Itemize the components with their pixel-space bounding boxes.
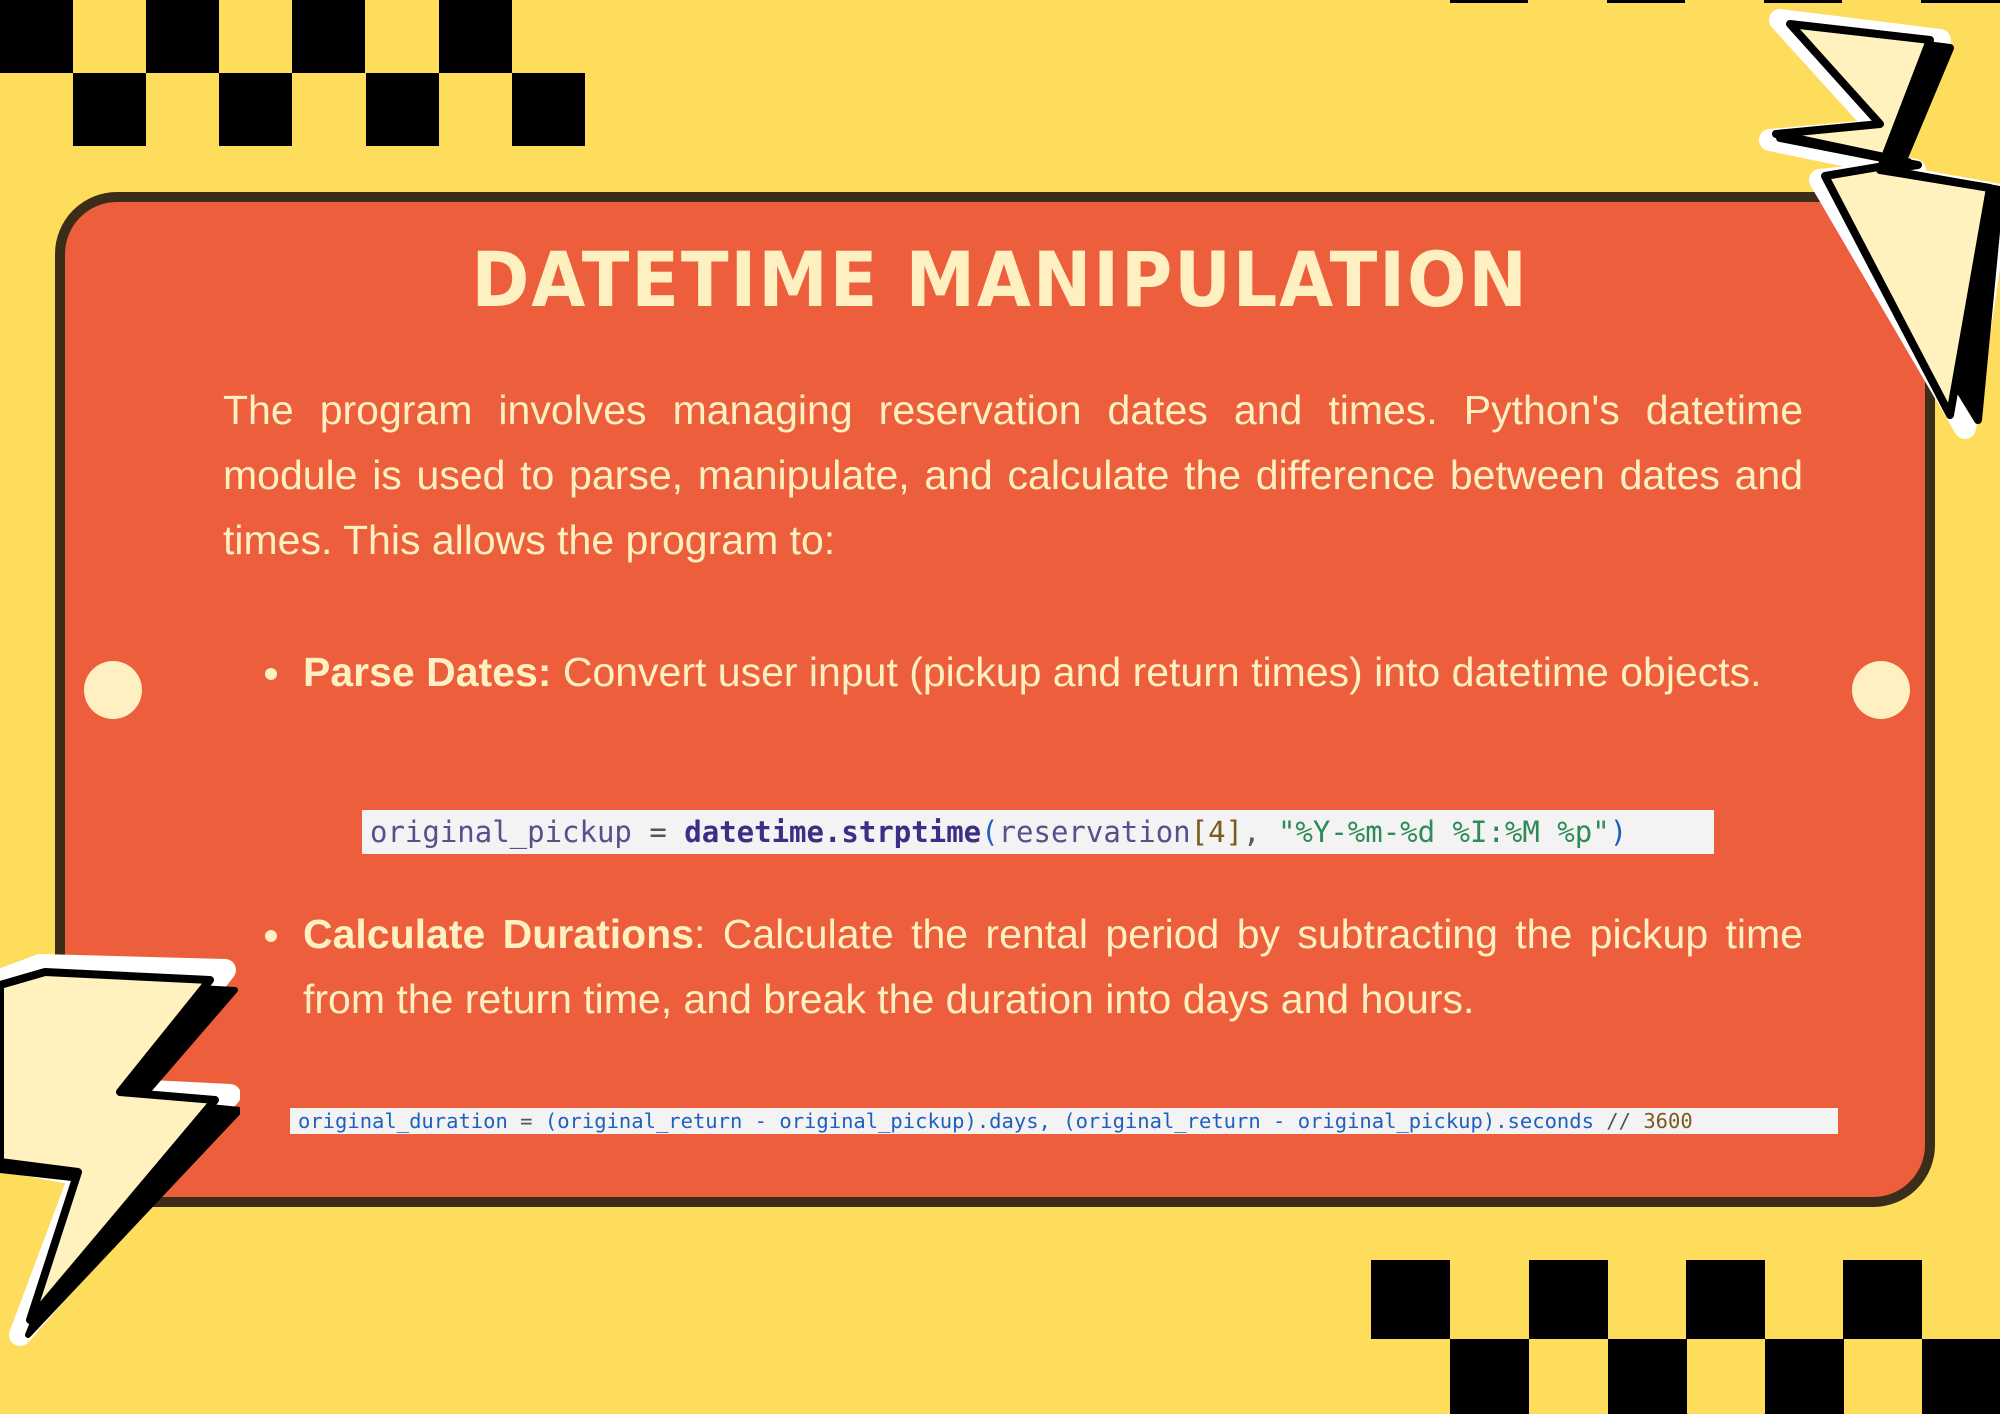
feature-list: Parse Dates: Convert user input (pickup … [265, 640, 1803, 705]
code-token: "%Y-%m-%d %I:%M %p" [1277, 815, 1610, 849]
code-snippet-duration: original_duration = (original_return - o… [290, 1108, 1838, 1134]
code-token: = [507, 1109, 545, 1133]
code-token: ) [1609, 815, 1628, 849]
code-token: original_duration [298, 1109, 508, 1133]
bullet-icon [265, 930, 277, 942]
lightning-bolt-icon [1759, 9, 2000, 439]
code-token: original_pickup [370, 815, 632, 849]
code-token: datetime.strptime [684, 815, 982, 849]
list-item-calculate-durations: Calculate Durations: Calculate the renta… [265, 902, 1803, 1032]
code-token: // [1593, 1109, 1644, 1133]
code-token: reservation [998, 815, 1191, 849]
bullet-term: Parse Dates: [303, 649, 552, 695]
page-title: DATETIME MANIPULATION [471, 235, 1529, 324]
code-token: [4] [1190, 815, 1244, 849]
bullet-text: Convert user input (pickup and return ti… [551, 649, 1762, 695]
feature-list: Calculate Durations: Calculate the renta… [265, 902, 1803, 1032]
lightning-bolt-icon [0, 954, 240, 1346]
bullet-term: Calculate Durations [303, 911, 695, 957]
code-token: ( [981, 815, 999, 849]
code-token: , [1243, 815, 1278, 849]
intro-paragraph: The program involves managing reservatio… [223, 387, 1803, 563]
bullet-icon [265, 668, 277, 680]
list-item-parse-dates: Parse Dates: Convert user input (pickup … [265, 640, 1803, 705]
code-token: 3600 [1643, 1109, 1693, 1133]
code-token: (original_return - original_pickup).days… [544, 1109, 1594, 1133]
card-hole-right [1852, 661, 1910, 719]
code-snippet-parse: original_pickup = datetime.strptime(rese… [362, 810, 1714, 854]
card-hole-left [84, 661, 142, 719]
code-token: = [631, 815, 685, 849]
